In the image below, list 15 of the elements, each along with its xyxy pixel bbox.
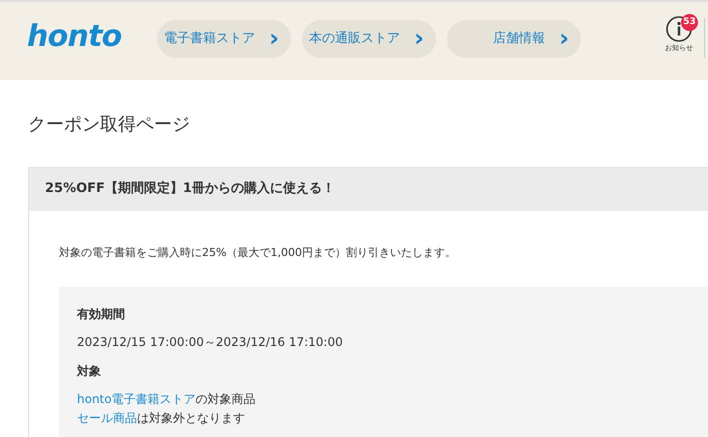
text-link[interactable]: honto電子書籍ストア: [77, 392, 196, 406]
detail-heading: 有効期間: [77, 306, 126, 323]
nav-button[interactable]: 電子書籍ストア ›: [157, 20, 291, 58]
coupon-description: 対象の電子書籍をご購入時に25%（最大で1,000円まで）割り引きいたします。: [59, 244, 457, 260]
detail-text: honto電子書籍ストアの対象商品: [77, 391, 257, 408]
nav-button[interactable]: 店舗情報 ›: [447, 20, 581, 58]
page-title: クーポン取得ページ: [28, 114, 191, 136]
logo[interactable]: honto: [27, 22, 127, 52]
detail-text: セール商品は対象外となります: [77, 410, 246, 427]
detail-text: 2023/12/15 17:00:00～2023/12/16 17:10:00: [77, 334, 344, 351]
notification-badge: 53: [681, 14, 698, 31]
nav-button[interactable]: 本の通販ストア ›: [302, 20, 436, 58]
coupon-title: 25%OFF【期間限定】1冊からの購入に使える！: [29, 168, 708, 210]
detail-heading: 対象: [77, 363, 102, 380]
text-link[interactable]: セール商品: [77, 411, 137, 425]
